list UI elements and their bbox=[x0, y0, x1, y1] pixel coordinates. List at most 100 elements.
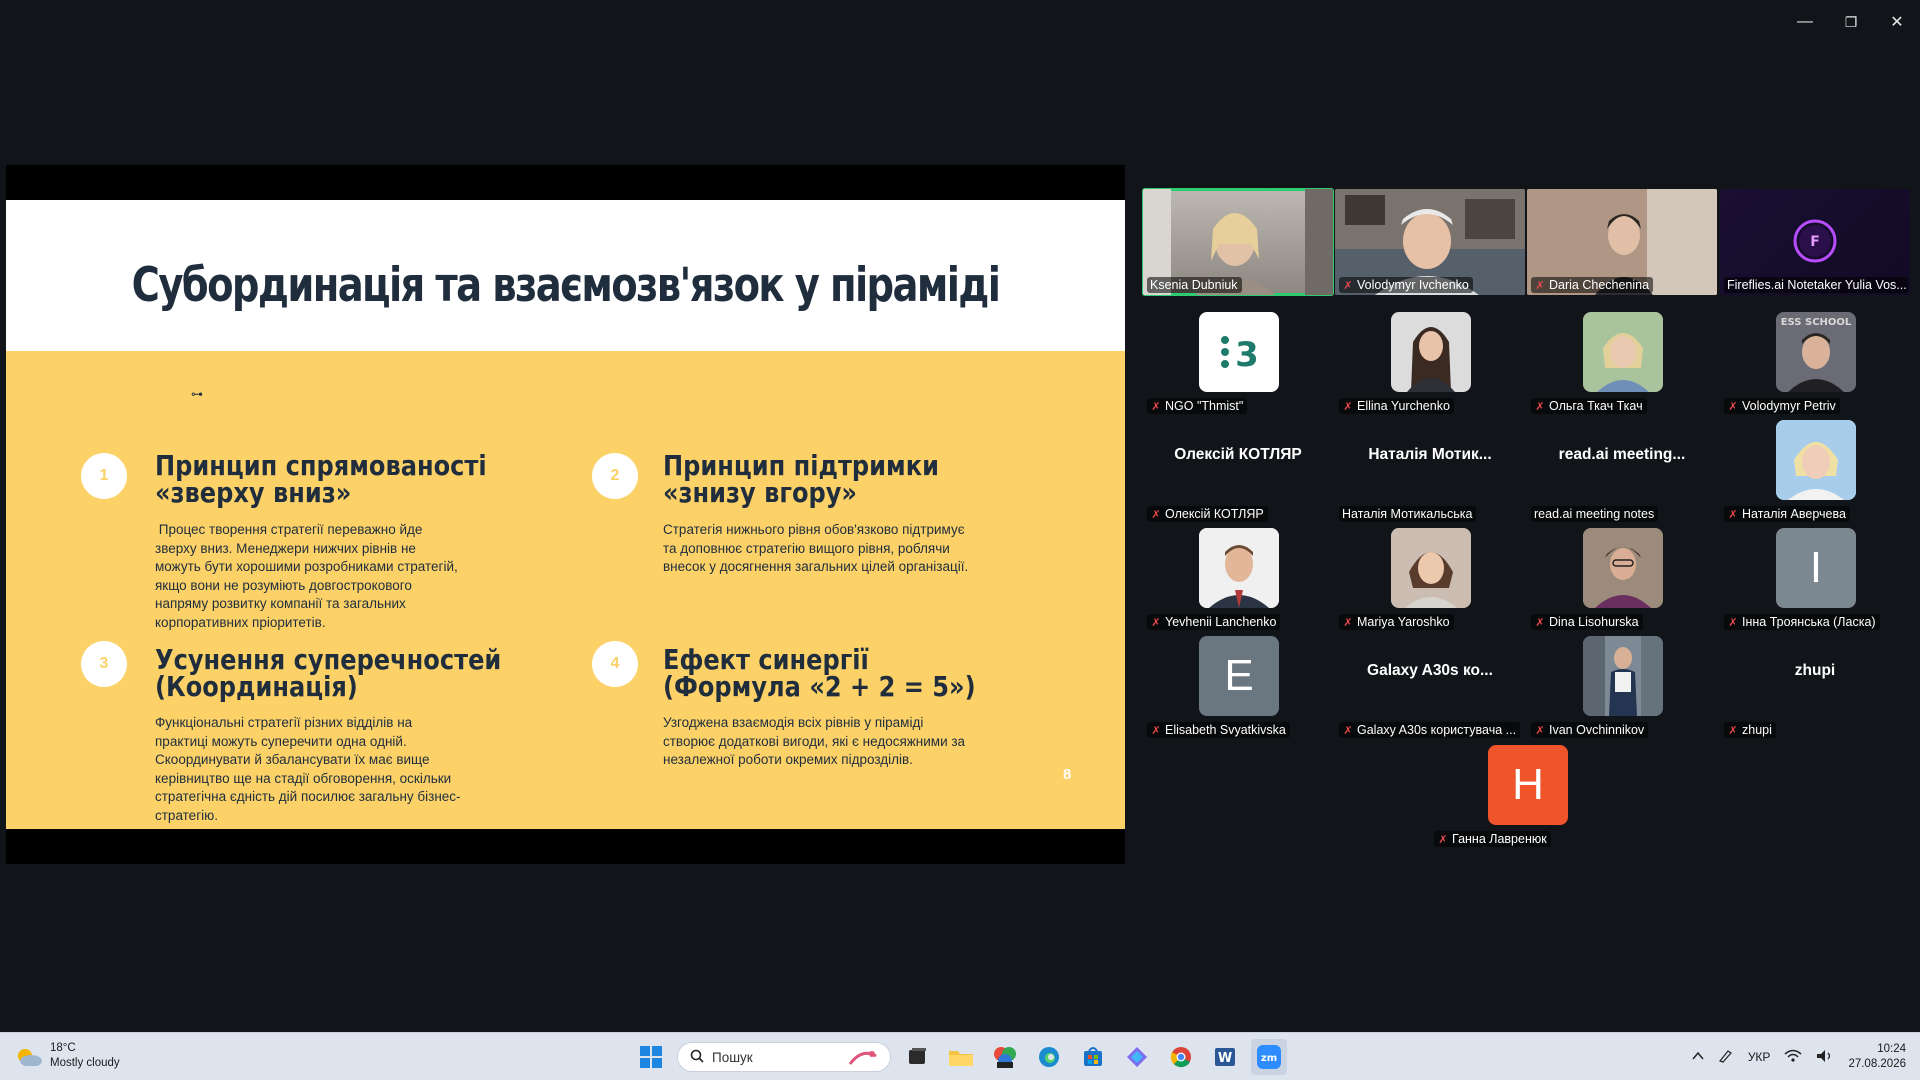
participant-tile[interactable]: Н ✗ Ганна Лавренюк bbox=[1432, 743, 1622, 849]
mic-muted-icon: ✗ bbox=[1438, 833, 1448, 846]
principle-number: 3 bbox=[81, 641, 127, 687]
zoom-icon[interactable]: zm bbox=[1251, 1039, 1287, 1075]
participant-tile[interactable]: E ✗ Elisabeth Svyatkivska bbox=[1143, 634, 1333, 740]
avatar-letter: Н bbox=[1488, 745, 1568, 825]
profile-photo bbox=[1199, 528, 1279, 608]
participant-name-tag: ✗ zhupi bbox=[1724, 722, 1776, 738]
participant-display-name: Олексій КОТЛЯР bbox=[1174, 446, 1302, 463]
mic-muted-icon: ✗ bbox=[1535, 279, 1545, 292]
svg-text:ESS SCHOOL: ESS SCHOOL bbox=[1781, 317, 1852, 328]
weather-widget[interactable]: 18°C Mostly cloudy bbox=[14, 1041, 120, 1071]
profile-photo bbox=[1583, 636, 1663, 716]
principle-number: 1 bbox=[81, 453, 127, 499]
participant-name-tag: ✗ NGO "Thmist" bbox=[1147, 398, 1248, 414]
participant-name-tag: Fireflies.ai Notetaker Yulia Vos... bbox=[1724, 277, 1908, 293]
participant-tile[interactable]: zhupi ✗ zhupi bbox=[1720, 634, 1910, 740]
avatar bbox=[1583, 528, 1663, 608]
participant-tile[interactable]: ✗ Yevhenii Lanchenko bbox=[1143, 526, 1333, 632]
task-view-icon[interactable] bbox=[899, 1039, 935, 1075]
participant-tile[interactable]: Олексій КОТЛЯР ✗ Олексій КОТЛЯР bbox=[1143, 418, 1333, 524]
mic-muted-icon: ✗ bbox=[1535, 616, 1545, 629]
participant-name-tag: ✗ Galaxy A30s користувача ... bbox=[1339, 722, 1521, 738]
participant-display-name: Galaxy A30s ко... bbox=[1367, 662, 1493, 679]
mic-muted-icon: ✗ bbox=[1151, 616, 1161, 629]
restore-button[interactable]: ❐ bbox=[1828, 0, 1874, 44]
participant-name-tag: ✗ Олексій КОТЛЯР bbox=[1147, 506, 1268, 522]
mic-muted-icon: ✗ bbox=[1343, 724, 1353, 737]
clock[interactable]: 10:24 27.08.2026 bbox=[1848, 1042, 1906, 1072]
principle-number: 2 bbox=[592, 453, 638, 499]
weather-condition: Mostly cloudy bbox=[50, 1057, 120, 1069]
avatar: ESS SCHOOL bbox=[1776, 312, 1856, 392]
language-indicator[interactable]: УКР bbox=[1748, 1050, 1771, 1064]
participant-tile[interactable]: ✗ Mariya Yaroshko bbox=[1335, 526, 1525, 632]
windows-logo-icon bbox=[640, 1046, 662, 1068]
participant-tile[interactable]: ✗ Наталія Аверчева bbox=[1720, 418, 1910, 524]
chevron-up-icon[interactable] bbox=[1692, 1050, 1704, 1064]
participant-tile[interactable]: ✗ Ольга Ткач Ткач bbox=[1527, 310, 1717, 416]
minimize-button[interactable]: — bbox=[1782, 0, 1828, 44]
mic-muted-icon: ✗ bbox=[1343, 279, 1353, 292]
participant-tile[interactable]: ✗ Ellina Yurchenko bbox=[1335, 310, 1525, 416]
file-explorer-icon[interactable] bbox=[943, 1039, 979, 1075]
principle-number: 4 bbox=[592, 641, 638, 687]
copilot-icon[interactable] bbox=[1119, 1039, 1155, 1075]
participant-name-tag: ✗ Ганна Лавренюк bbox=[1434, 831, 1551, 847]
avatar bbox=[1583, 312, 1663, 392]
taskbar-apps: Пошук W zm bbox=[633, 1039, 1287, 1075]
slide-decoration: ⊶ bbox=[191, 387, 203, 401]
principle-text: Функціональні стратегії різних відділів … bbox=[155, 715, 461, 823]
participant-name-tag: ✗ Ольга Ткач Ткач bbox=[1531, 398, 1647, 414]
participant-tile[interactable]: Наталія Мотик... Наталія Мотикальська bbox=[1335, 418, 1525, 524]
word-icon[interactable]: W bbox=[1207, 1039, 1243, 1075]
mic-muted-icon: ✗ bbox=[1151, 724, 1161, 737]
cloud-icon bbox=[18, 1049, 42, 1066]
mic-muted-icon: ✗ bbox=[1728, 508, 1738, 521]
participant-tile[interactable]: І ✗ Інна Троянська (Ласка) bbox=[1720, 526, 1910, 632]
mic-muted-icon: ✗ bbox=[1343, 616, 1353, 629]
microsoft-365-icon[interactable] bbox=[987, 1039, 1023, 1075]
chrome-icon[interactable] bbox=[1163, 1039, 1199, 1075]
avatar bbox=[1199, 528, 1279, 608]
participant-tile[interactable]: Ksenia Dubniuk bbox=[1142, 188, 1334, 296]
slide-title: Субординація та взаємозв'язок у піраміді bbox=[131, 258, 1001, 313]
principle-text: Узгоджена взаємодія всіх рівнів у пірамі… bbox=[663, 715, 966, 767]
svg-text:3: 3 bbox=[1235, 335, 1259, 375]
window-controls: — ❐ ✕ bbox=[1782, 0, 1920, 44]
participant-tile[interactable]: ✗ Ivan Ovchinnikov bbox=[1527, 634, 1717, 740]
profile-photo bbox=[1776, 420, 1856, 500]
avatar bbox=[1391, 312, 1471, 392]
zoom-meeting-window: — ❐ ✕ Субординація та взаємозв'язок у пі… bbox=[0, 0, 1920, 1080]
participant-tile[interactable]: ESS SCHOOL ✗ Volodymyr Petriv bbox=[1720, 310, 1910, 416]
participant-tile[interactable]: ✗ Daria Chechenina bbox=[1527, 189, 1717, 295]
participant-name-tag: ✗ Volodymyr Ivchenko bbox=[1339, 277, 1473, 293]
wifi-icon[interactable] bbox=[1784, 1049, 1802, 1066]
close-button[interactable]: ✕ bbox=[1874, 0, 1920, 44]
participant-tile[interactable]: 3 ✗ NGO "Thmist" bbox=[1143, 310, 1333, 416]
participant-name-tag: ✗ Mariya Yaroshko bbox=[1339, 614, 1454, 630]
microsoft-store-icon[interactable] bbox=[1075, 1039, 1111, 1075]
volume-icon[interactable] bbox=[1816, 1049, 1834, 1066]
participant-name-tag: ✗ Daria Chechenina bbox=[1531, 277, 1654, 293]
participant-name-tag: ✗ Dina Lisohurska bbox=[1531, 614, 1643, 630]
svg-text:W: W bbox=[1218, 1051, 1232, 1066]
taskbar-search[interactable]: Пошук bbox=[677, 1042, 891, 1072]
participant-tile[interactable]: Galaxy A30s ко... ✗ Galaxy A30s користува… bbox=[1335, 634, 1525, 740]
principle-title: Принцип підтримки «знизу вгору» bbox=[663, 449, 939, 509]
mic-muted-icon: ✗ bbox=[1728, 400, 1738, 413]
participant-tile[interactable]: ✗ Volodymyr Ivchenko bbox=[1335, 189, 1525, 295]
participant-display-name: read.ai meeting... bbox=[1558, 446, 1686, 463]
avatar bbox=[1776, 420, 1856, 500]
participant-tile[interactable]: ✗ Dina Lisohurska bbox=[1527, 526, 1717, 632]
participant-name-tag: Ksenia Dubniuk bbox=[1147, 277, 1242, 293]
windows-taskbar: 18°C Mostly cloudy Пошук W zm УКР 10:24 … bbox=[0, 1032, 1920, 1080]
edge-icon[interactable] bbox=[1031, 1039, 1067, 1075]
avatar: 3 bbox=[1199, 312, 1279, 392]
participant-tile[interactable]: F Fireflies.ai Notetaker Yulia Vos... bbox=[1720, 189, 1910, 295]
participant-name-tag: ✗ Elisabeth Svyatkivska bbox=[1147, 722, 1290, 738]
principle-title: Усунення суперечностей (Координація) bbox=[155, 643, 502, 703]
start-button[interactable] bbox=[633, 1039, 669, 1075]
participant-tile[interactable]: read.ai meeting... read.ai meeting notes bbox=[1527, 418, 1717, 524]
participant-name-tag: ✗ Ivan Ovchinnikov bbox=[1531, 722, 1649, 738]
pen-icon[interactable] bbox=[1718, 1049, 1734, 1066]
